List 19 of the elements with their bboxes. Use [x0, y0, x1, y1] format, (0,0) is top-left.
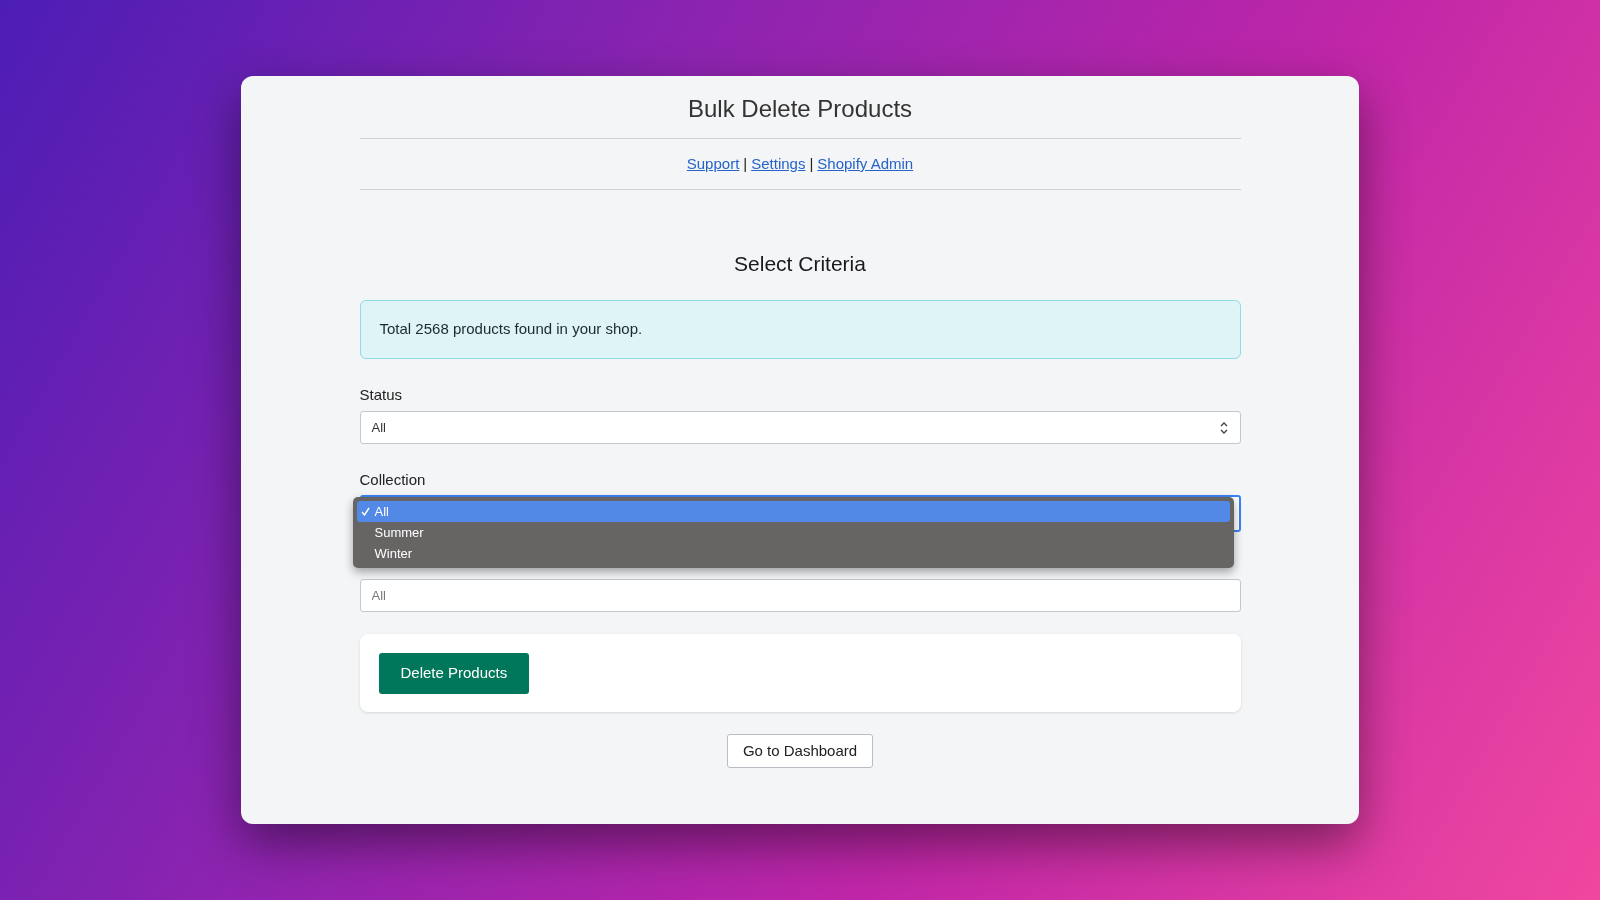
link-separator: | [809, 154, 814, 174]
delete-products-button[interactable]: Delete Products [378, 652, 530, 694]
dropdown-option[interactable]: Winter [356, 543, 1230, 564]
dropdown-option[interactable]: Summer [356, 522, 1230, 543]
info-alert: Total 2568 products found in your shop. [359, 300, 1241, 359]
field-label: Status [359, 385, 404, 405]
section-title: Select Criteria [733, 251, 867, 277]
chevron-updown-icon [1218, 420, 1229, 435]
status-select[interactable]: All [359, 411, 1241, 444]
checkmark-icon [361, 507, 370, 516]
nav-link[interactable]: Shopify Admin [817, 154, 914, 174]
nav-link[interactable]: Settings [751, 154, 806, 174]
go-to-dashboard-button[interactable]: Go to Dashboard [726, 734, 874, 768]
input-field[interactable]: All [359, 579, 1241, 612]
page-title: Bulk Delete Products [686, 94, 914, 124]
link-separator: | [743, 154, 748, 174]
dropdown-option[interactable]: All [356, 501, 1230, 522]
field-label: Collection [359, 470, 427, 490]
nav-link[interactable]: Support [686, 154, 740, 174]
